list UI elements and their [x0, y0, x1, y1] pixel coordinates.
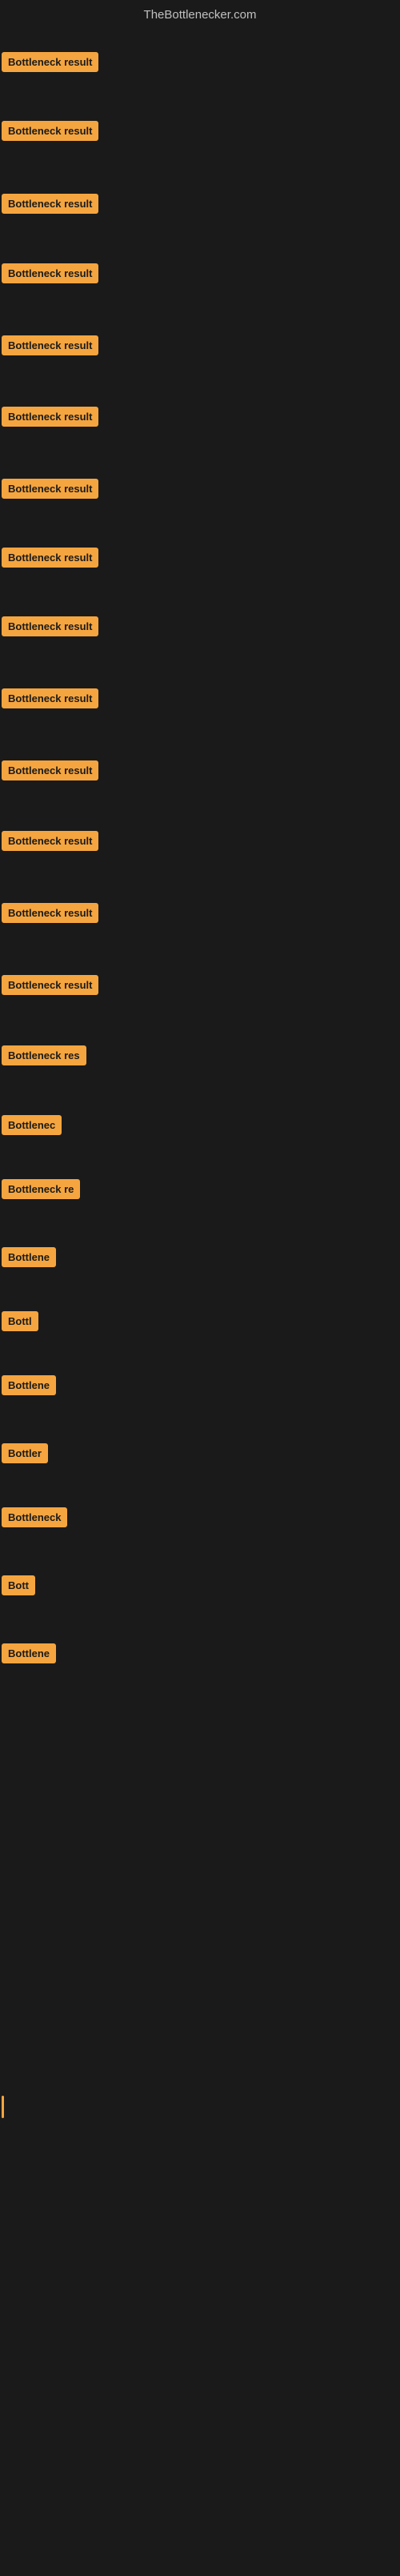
bottleneck-badge[interactable]: Bottleneck result — [2, 335, 98, 355]
bottleneck-badge[interactable]: Bottleneck res — [2, 1045, 86, 1065]
site-header: TheBottlenecker.com — [0, 0, 400, 30]
bottleneck-badge[interactable]: Bottleneck result — [2, 407, 98, 427]
bottleneck-item[interactable]: Bottlene — [2, 1643, 56, 1667]
bottleneck-badge[interactable]: Bottleneck — [2, 1507, 67, 1527]
items-container: Bottleneck result Bottleneck result Bottle… — [0, 30, 400, 2576]
bottleneck-item[interactable]: Bottleneck res — [2, 1045, 86, 1069]
bottleneck-item[interactable]: Bottleneck result — [2, 194, 98, 218]
bottleneck-item[interactable]: Bottleneck result — [2, 760, 98, 784]
bottleneck-badge[interactable]: Bottleneck result — [2, 760, 98, 780]
bottleneck-badge[interactable]: Bottleneck result — [2, 616, 98, 636]
bottleneck-item[interactable]: Bottlene — [2, 1375, 56, 1399]
bottleneck-item[interactable]: Bottleneck result — [2, 903, 98, 927]
bottleneck-badge[interactable]: Bottler — [2, 1443, 48, 1463]
bottleneck-item[interactable]: Bottleneck re — [2, 1179, 80, 1203]
bottleneck-item[interactable]: Bottleneck result — [2, 52, 98, 76]
bottleneck-badge[interactable]: Bottleneck result — [2, 975, 98, 995]
bottleneck-badge[interactable]: Bottleneck re — [2, 1179, 80, 1199]
bottleneck-item[interactable]: Bottleneck result — [2, 335, 98, 359]
bottleneck-item[interactable]: Bottleneck result — [2, 616, 98, 640]
bottleneck-badge[interactable]: Bottleneck result — [2, 263, 98, 283]
bottleneck-item[interactable]: Bottlene — [2, 1247, 56, 1271]
site-title: TheBottlenecker.com — [144, 8, 257, 22]
bottleneck-badge[interactable]: Bottlene — [2, 1375, 56, 1395]
bottleneck-badge[interactable]: Bottleneck result — [2, 903, 98, 923]
bottleneck-item[interactable]: Bottleneck result — [2, 407, 98, 431]
bottleneck-badge[interactable]: Bottleneck result — [2, 688, 98, 708]
bottleneck-badge[interactable]: Bottleneck result — [2, 194, 98, 214]
bottleneck-item[interactable]: Bottleneck result — [2, 479, 98, 503]
bottleneck-badge[interactable]: Bottlene — [2, 1643, 56, 1663]
bottleneck-item[interactable]: Bottleneck result — [2, 975, 98, 999]
bottleneck-item[interactable]: Bottleneck result — [2, 688, 98, 712]
bottleneck-badge[interactable]: Bott — [2, 1575, 35, 1595]
bottleneck-item[interactable]: Bottleneck result — [2, 831, 98, 855]
bottleneck-item[interactable]: Bottler — [2, 1443, 48, 1467]
bottleneck-item[interactable]: Bottlenec — [2, 1115, 62, 1139]
bottleneck-badge[interactable]: Bottleneck result — [2, 121, 98, 141]
bottleneck-badge[interactable]: Bottleneck result — [2, 831, 98, 851]
bottleneck-item[interactable]: Bottleneck — [2, 1507, 67, 1531]
tiny-indicator — [2, 2096, 4, 2118]
bottleneck-item[interactable]: Bottleneck result — [2, 263, 98, 287]
bottleneck-badge[interactable]: Bottleneck result — [2, 479, 98, 499]
bottleneck-item[interactable]: Bott — [2, 1575, 35, 1599]
bottleneck-item[interactable]: Bottleneck result — [2, 121, 98, 145]
bottleneck-badge[interactable]: Bottleneck result — [2, 52, 98, 72]
bottleneck-badge[interactable]: Bottlene — [2, 1247, 56, 1267]
bottleneck-badge[interactable]: Bottlenec — [2, 1115, 62, 1135]
bottleneck-badge[interactable]: Bottleneck result — [2, 548, 98, 568]
bottleneck-item[interactable]: Bottl — [2, 1311, 38, 1335]
bottleneck-item[interactable]: Bottleneck result — [2, 548, 98, 572]
bottleneck-badge[interactable]: Bottl — [2, 1311, 38, 1331]
page-wrapper: TheBottlenecker.com Bottleneck resultBot… — [0, 0, 400, 2576]
